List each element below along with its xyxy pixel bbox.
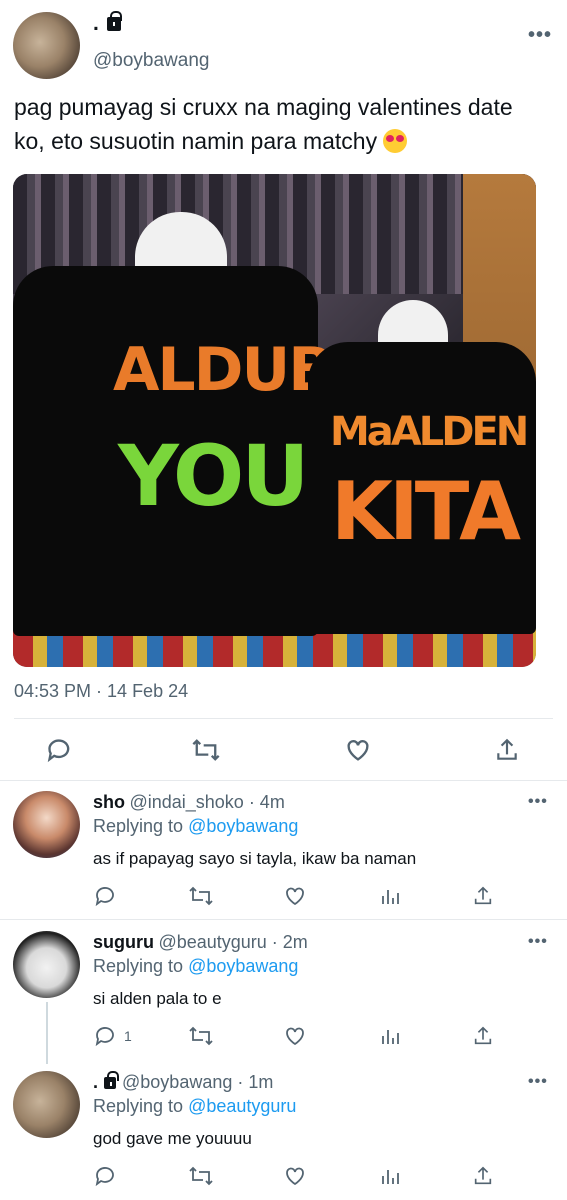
retweet-button[interactable] [188, 1024, 214, 1053]
share-button[interactable] [472, 1024, 494, 1053]
reply-author-name[interactable]: . [93, 1072, 98, 1093]
reply-icon [95, 887, 114, 907]
heart-icon [286, 887, 304, 906]
reply-avatar[interactable] [13, 791, 80, 858]
reply-avatar[interactable] [13, 1071, 80, 1138]
author-handle[interactable]: @boybawang [93, 50, 209, 72]
reply-avatar[interactable] [13, 931, 80, 998]
author-avatar[interactable] [13, 12, 80, 79]
lock-icon [106, 11, 122, 31]
replying-to-link[interactable]: @boybawang [188, 816, 298, 836]
tweet-text: pag pumayag si cruxx na maging valentine… [14, 90, 549, 158]
heart-icon [347, 740, 369, 761]
analytics-button[interactable] [378, 1164, 402, 1193]
more-options-button[interactable]: ••• [528, 1073, 548, 1091]
replying-to-link[interactable]: @boybawang [188, 956, 298, 976]
reply-text: as if papayag sayo si tayla, ikaw ba nam… [93, 849, 417, 868]
analytics-icon [382, 1030, 399, 1044]
replying-to-link[interactable]: @beautyguru [188, 1096, 296, 1116]
share-icon [474, 886, 492, 905]
reply-author-name[interactable]: suguru [93, 932, 154, 952]
right-shirt: MaALDEN KITA [308, 342, 536, 634]
more-options-button[interactable]: ••• [528, 933, 548, 951]
left-shirt-line2: YOU [118, 427, 309, 525]
share-icon [497, 738, 517, 760]
right-shirt-line1: MaALDEN [330, 409, 529, 455]
retweet-icon [189, 1166, 213, 1186]
retweet-icon [189, 1026, 213, 1046]
reply-header: sho @indai_shoko · 4m [93, 792, 285, 813]
retweet-button[interactable] [191, 736, 221, 764]
replying-prefix: Replying to [93, 816, 189, 836]
tweet-photo[interactable]: ALDUB YOU MaALDEN KITA [13, 174, 536, 667]
reply-count: 1 [124, 1028, 132, 1044]
left-shirt: ALDUB YOU [13, 266, 334, 636]
like-button[interactable] [283, 1164, 307, 1193]
share-button[interactable] [494, 736, 520, 764]
replying-prefix: Replying to [93, 956, 189, 976]
reply-header: . @boybawang · 1m [93, 1070, 273, 1093]
share-button[interactable] [472, 1164, 494, 1193]
like-button[interactable] [283, 1024, 307, 1053]
retweet-button[interactable] [188, 884, 214, 913]
divider [0, 919, 567, 920]
reply-button[interactable] [46, 736, 74, 764]
divider [14, 718, 553, 719]
reply-header: suguru @beautyguru · 2m [93, 932, 308, 953]
reply-icon [95, 1167, 114, 1187]
divider [0, 780, 567, 781]
share-icon [474, 1166, 492, 1185]
left-shirt-line1: ALDUB [113, 335, 334, 405]
heart-icon [286, 1027, 304, 1046]
share-icon [474, 1026, 492, 1045]
thread-line [46, 1002, 48, 1064]
reply-author-handle[interactable]: @indai_shoko · 4m [129, 792, 284, 812]
replying-prefix: Replying to [93, 1096, 189, 1116]
like-button[interactable] [344, 736, 372, 764]
heart-eyes-emoji-icon [383, 129, 408, 153]
lock-icon [104, 1070, 120, 1089]
replying-to: Replying to @boybawang [93, 956, 298, 977]
reply-author-handle[interactable]: @beautyguru · 2m [158, 932, 307, 952]
heart-icon [286, 1167, 304, 1186]
analytics-icon [382, 1170, 399, 1184]
reply-author-handle[interactable]: @boybawang · 1m [122, 1072, 273, 1093]
replying-to: Replying to @beautyguru [93, 1096, 296, 1117]
reply-text: si alden pala to e [93, 989, 222, 1008]
author-name[interactable]: . [93, 11, 122, 36]
reply-button[interactable] [94, 1164, 118, 1193]
reply-icon [95, 1027, 114, 1047]
analytics-button[interactable] [378, 1024, 402, 1053]
like-button[interactable] [283, 884, 307, 913]
tweet-text-body: pag pumayag si cruxx na maging valentine… [14, 94, 513, 154]
tweet-timestamp[interactable]: 04:53 PM · 14 Feb 24 [14, 681, 188, 702]
retweet-icon [192, 739, 220, 761]
reply-author-name[interactable]: sho [93, 792, 125, 812]
replying-to: Replying to @boybawang [93, 816, 298, 837]
more-options-button[interactable]: ••• [528, 24, 552, 47]
reply-icon [47, 739, 70, 763]
analytics-icon [382, 890, 399, 904]
share-button[interactable] [472, 884, 494, 913]
reply-button[interactable] [94, 884, 118, 913]
right-shirt-line2: KITA [330, 465, 521, 558]
retweet-button[interactable] [188, 1164, 214, 1193]
analytics-button[interactable] [378, 884, 402, 913]
retweet-icon [189, 886, 213, 906]
more-options-button[interactable]: ••• [528, 793, 548, 811]
reply-text: god gave me youuuu [93, 1129, 252, 1148]
display-name: . [93, 12, 99, 35]
reply-button[interactable]: 1 [94, 1024, 132, 1048]
